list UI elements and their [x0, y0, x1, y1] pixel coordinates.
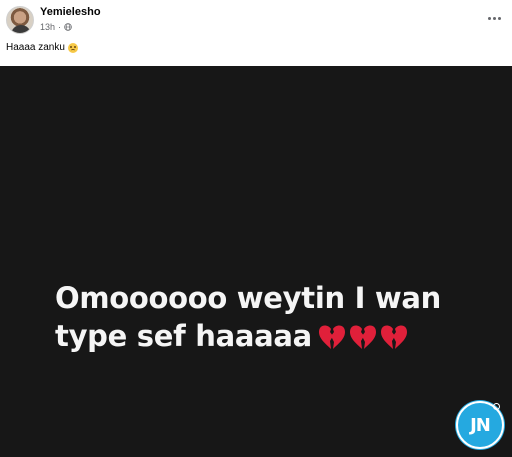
more-options-dot — [497, 16, 501, 20]
broken-heart-icon — [380, 325, 407, 349]
broken-heart-icon — [349, 325, 376, 349]
media-text-line-1: Omoooooo weytin I wan — [55, 281, 442, 315]
separator-dot: · — [58, 22, 62, 32]
watermark-logo: JN — [456, 401, 504, 449]
registered-mark — [493, 403, 500, 410]
post-media[interactable]: Omoooooo weytin I wan type sef haaaaa JN — [0, 66, 512, 457]
media-text-line-2-text: type sef haaaaa — [55, 319, 312, 353]
more-options-icon — [487, 16, 491, 20]
broken-hearts — [318, 324, 408, 350]
more-options-button[interactable] — [486, 10, 502, 26]
globe-icon[interactable] — [64, 23, 72, 31]
media-text-line-2: type sef haaaaa — [55, 317, 441, 355]
author-name[interactable]: Yemielesho — [40, 6, 101, 18]
more-options-dot — [492, 16, 496, 20]
post-meta: 13h · — [40, 22, 72, 32]
avatar[interactable] — [6, 6, 34, 34]
broken-heart-icon — [318, 325, 345, 349]
post-caption: Haaaa zanku — [6, 42, 78, 53]
caption-text: Haaaa zanku — [6, 42, 65, 53]
post-time[interactable]: 13h — [40, 22, 55, 32]
sad-face-emoji-icon — [67, 42, 78, 53]
media-text: Omoooooo weytin I wan type sef haaaaa — [55, 279, 441, 355]
post-header: Yemielesho 13h · Haaaa zanku — [0, 0, 512, 66]
watermark-text: JN — [470, 414, 491, 436]
